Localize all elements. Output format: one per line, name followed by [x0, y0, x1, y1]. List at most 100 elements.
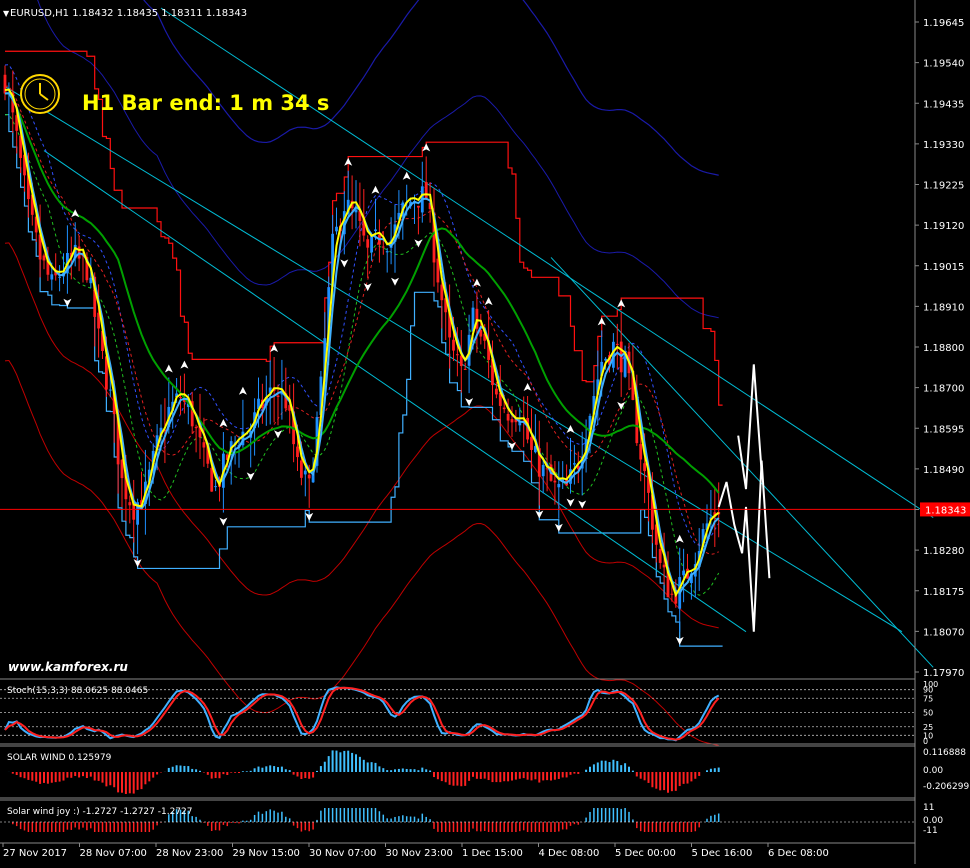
solar-wind-bar — [601, 761, 603, 772]
solar-wind-bar — [675, 772, 677, 791]
solar-wind-bar — [437, 772, 439, 779]
candle-body — [616, 344, 619, 345]
solar-wind-bar — [289, 770, 291, 772]
solar-wind-bar — [472, 772, 474, 777]
solar-wind-bar — [308, 772, 310, 779]
candle-body — [386, 251, 389, 252]
solar-wind-bar — [453, 772, 455, 786]
solar-wind-bar — [492, 772, 494, 782]
clock-icon — [21, 75, 59, 113]
candle-body — [308, 475, 311, 479]
x-tick-label: 5 Dec 16:00 — [692, 848, 753, 859]
solar-wind-bar — [238, 772, 240, 773]
candle-body — [440, 285, 443, 301]
solar-wind-bar — [234, 772, 236, 773]
solar-wind-bar — [577, 772, 579, 774]
solar-wind-bar — [300, 772, 302, 779]
solar-wind-bar — [406, 769, 408, 772]
solar-wind-bar — [570, 772, 572, 775]
solar-wind-tick-label: -0.206299 — [923, 782, 969, 792]
joy-tick-label: 0.00 — [923, 816, 943, 826]
candle-body — [43, 255, 46, 260]
candle-body — [50, 274, 53, 279]
solar-wind-bar — [690, 772, 692, 781]
solar-wind-bar — [593, 764, 595, 772]
solar-wind-bar — [336, 751, 338, 772]
y-tick-label: 1.18700 — [923, 384, 964, 395]
solar-wind-bar — [527, 772, 529, 780]
candle-body — [452, 340, 455, 351]
candle-body — [109, 390, 112, 391]
solar-wind-bar — [281, 767, 283, 772]
candle-body — [277, 396, 280, 397]
solar-wind-bar — [242, 771, 244, 772]
solar-wind-bar — [667, 772, 669, 793]
solar-wind-bar — [499, 772, 501, 782]
solar-wind-bar — [616, 761, 618, 772]
solar-wind-bar — [183, 766, 185, 772]
solar-wind-bar — [121, 772, 123, 793]
solar-wind-bar — [219, 772, 221, 778]
candle-body — [335, 227, 338, 232]
solar-wind-bar — [378, 766, 380, 772]
candle-body — [89, 278, 92, 283]
chart-window[interactable]: 1.196451.195401.194351.193301.192251.191… — [0, 0, 970, 864]
solar-wind-bar — [429, 771, 431, 772]
solar-wind-bar — [671, 772, 673, 791]
candle-body — [663, 565, 666, 568]
y-tick-label: 1.19120 — [923, 221, 964, 232]
solar-wind-bar — [230, 772, 232, 773]
solar-wind-bar — [484, 772, 486, 779]
joy-tick-label: 11 — [923, 803, 934, 813]
candle-body — [542, 465, 545, 476]
solar-wind-bar — [316, 771, 318, 772]
solar-wind-bar — [199, 771, 201, 772]
candle-body — [671, 594, 674, 595]
solar-wind-bar — [367, 762, 369, 772]
solar-wind-bar — [636, 772, 638, 776]
solar-wind-bar — [74, 772, 76, 776]
solar-wind-bar — [433, 772, 435, 777]
solar-wind-bar — [659, 772, 661, 790]
solar-wind-bar — [683, 772, 685, 784]
solar-wind-bar — [363, 760, 365, 772]
solar-wind-bar — [589, 767, 591, 772]
solar-wind-bar — [706, 770, 708, 772]
y-tick-label: 1.19225 — [923, 181, 964, 192]
candle-body — [304, 471, 307, 475]
solar-wind-bar — [59, 772, 61, 782]
solar-wind-bar — [187, 766, 189, 772]
solar-wind-bar — [441, 772, 443, 781]
solar-wind-bar — [605, 761, 607, 772]
solar-wind-bar — [640, 772, 642, 779]
solar-wind-bar — [655, 772, 657, 789]
solar-wind-bar — [359, 757, 361, 772]
stoch-label: Stoch(15,3,3) 88.0625 88.0465 — [7, 686, 148, 696]
solar-wind-bar — [445, 772, 447, 782]
solar-wind-bar — [215, 772, 217, 778]
solar-wind-bar — [511, 772, 513, 781]
candle-body — [604, 359, 607, 361]
candle-body — [195, 427, 198, 428]
solar-wind-bar — [269, 765, 271, 772]
solar-wind-bar — [82, 772, 84, 776]
solar-wind-bar — [542, 772, 544, 780]
dropdown-triangle-icon[interactable]: ▼ — [3, 9, 10, 18]
y-tick-label: 1.18910 — [923, 302, 964, 313]
solar-wind-bar — [86, 772, 88, 778]
solar-wind-bar — [562, 772, 564, 777]
solar-wind-bar — [16, 772, 18, 775]
solar-wind-bar — [355, 754, 357, 772]
solar-wind-bar — [31, 772, 33, 781]
solar-wind-bar — [246, 771, 248, 772]
solar-wind-joy-label: Solar wind joy :) -1.2727 -1.2727 -1.272… — [7, 807, 192, 817]
solar-wind-bar — [226, 772, 228, 775]
solar-wind-bar — [558, 772, 560, 779]
solar-wind-bar — [27, 772, 29, 780]
solar-wind-bar — [698, 772, 700, 776]
solar-wind-bar — [180, 766, 182, 772]
symbol-title: EURUSD,H1 1.18432 1.18435 1.18311 1.1834… — [10, 8, 247, 19]
x-tick-label: 29 Nov 15:00 — [233, 848, 300, 859]
chart-canvas[interactable]: 1.196451.195401.194351.193301.192251.191… — [0, 0, 970, 864]
solar-wind-bar — [347, 751, 349, 772]
